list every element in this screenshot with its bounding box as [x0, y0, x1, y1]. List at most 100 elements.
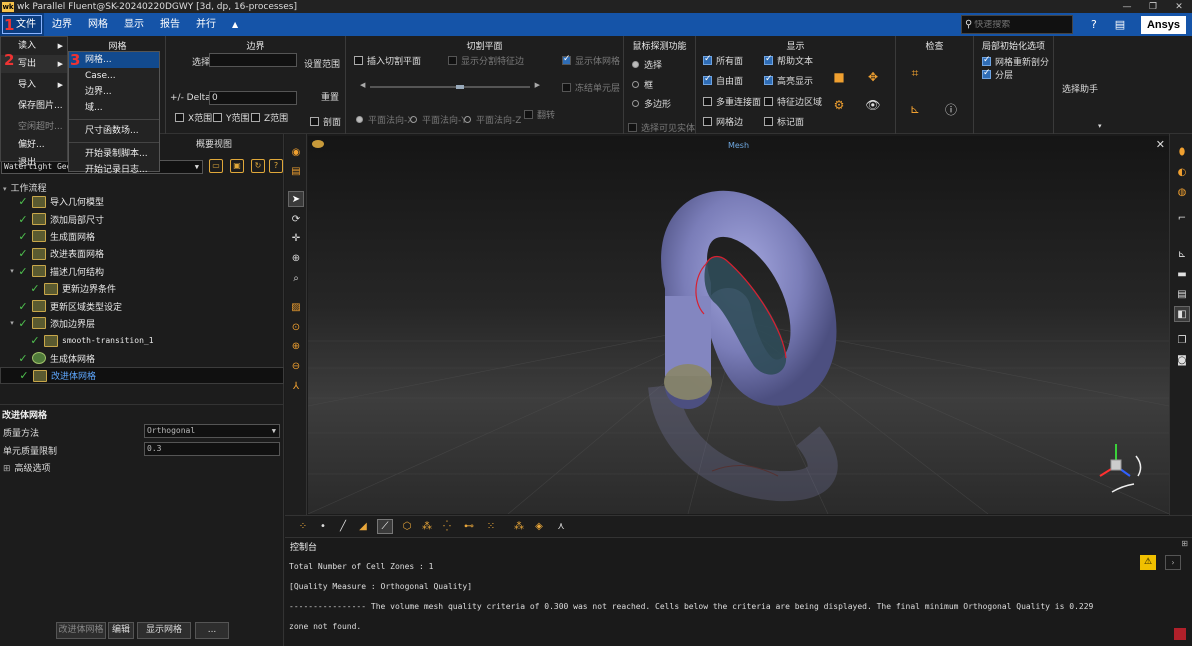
save-icon[interactable]: ▣ — [230, 159, 244, 173]
select-input[interactable] — [209, 53, 297, 67]
insert-cut-plane-checkbox[interactable]: 插入切割平面 — [354, 54, 421, 67]
select-body-icon[interactable]: ⬡ — [399, 519, 415, 534]
plane-normal-x-radio[interactable]: 平面法向-X — [356, 113, 413, 126]
set-range-button[interactable]: 设置范围 — [304, 57, 340, 70]
warning-icon[interactable]: ⚠ — [1140, 555, 1156, 570]
open-folder-icon[interactable]: ▭ — [209, 159, 223, 173]
multi-connected-faces-checkbox[interactable]: 多重连接面 — [703, 95, 761, 108]
start-recording-script[interactable]: 开始录制脚本... — [69, 146, 159, 162]
improve-volume-mesh-button[interactable]: 改进体网格 — [56, 622, 106, 639]
write-domains[interactable]: 域... — [69, 100, 159, 116]
ribbon-expand-icon[interactable]: ▾ — [1098, 122, 1102, 130]
workflow-step-update-boundaries[interactable]: ✓ 更新边界条件 — [0, 280, 284, 297]
zoom-out-icon[interactable]: ⊖ — [288, 358, 304, 374]
select-zone-icon[interactable]: ⟋ — [377, 519, 393, 534]
probe-polygon-radio[interactable]: 多边形 — [632, 97, 671, 110]
mesh-edges-checkbox[interactable]: 网格边 — [703, 115, 743, 128]
probe-box-radio[interactable]: 框 — [632, 78, 653, 91]
zoom-box-icon[interactable]: ⊙ — [288, 319, 304, 335]
highlight-checkbox[interactable]: 高亮显示 — [764, 74, 813, 87]
help-circle-icon[interactable]: ? — [269, 159, 283, 173]
zoom-icon[interactable]: ⊕ — [288, 250, 304, 266]
console-expand-icon[interactable]: ⊞ — [1181, 539, 1188, 548]
select-visible-checkbox[interactable]: 选择可见实体 — [628, 121, 695, 134]
layout-icon[interactable]: ▤ — [1107, 18, 1133, 31]
delta-input[interactable]: 0 — [209, 91, 297, 105]
file-menu-exit[interactable]: 退出 — [1, 154, 67, 172]
select-assembly-icon[interactable]: ⋏ — [553, 519, 569, 534]
write-case[interactable]: Case... — [69, 68, 159, 84]
workflow-step-improve-surface[interactable]: ✓ 改进表面网格 — [0, 245, 284, 262]
view-orientation-icon[interactable]: ⌐ — [1174, 210, 1190, 226]
plot-icon[interactable]: ⊾ — [1174, 246, 1190, 262]
graphics-viewport[interactable]: Mesh ✕ — [308, 136, 1169, 514]
remesh-checkbox[interactable]: 网格重新剖分 — [982, 55, 1049, 68]
reset-button[interactable]: 重置 — [321, 90, 339, 103]
all-faces-checkbox[interactable]: 所有面 — [703, 54, 743, 67]
workflow-step-volume-mesh[interactable]: ✓ 生成体网格 — [0, 350, 284, 367]
file-menu-preferences[interactable]: 偏好... — [1, 136, 67, 154]
show-mesh-button[interactable]: 显示网格 — [137, 622, 191, 639]
tab-outline-view[interactable]: 概要视图 — [196, 137, 232, 150]
report-icon[interactable]: ▤ — [1174, 286, 1190, 302]
rotate-icon[interactable]: ⟳ — [288, 211, 304, 227]
probe-select-radio[interactable]: 选择 — [632, 58, 662, 71]
camera-icon[interactable]: ◙ — [1174, 352, 1190, 368]
pan-icon[interactable]: ✛ — [288, 230, 304, 246]
select-all-icon[interactable]: ⁘ — [295, 519, 311, 534]
display-color-icon[interactable]: ■ — [830, 68, 848, 86]
free-faces-checkbox[interactable]: 自由面 — [703, 74, 743, 87]
quick-search[interactable]: ⚲ — [960, 15, 1073, 34]
workflow-step-surface-mesh[interactable]: ✓ 生成面网格 — [0, 228, 284, 245]
view-iso-icon[interactable]: ◍ — [1174, 184, 1190, 200]
refresh-icon[interactable]: ↻ — [251, 159, 265, 173]
display-move-icon[interactable]: ✥ — [864, 68, 882, 86]
x-range-checkbox[interactable]: X范围 — [175, 111, 212, 124]
menu-report[interactable]: 报告 — [152, 13, 188, 36]
section-checkbox[interactable]: 剖面 — [310, 115, 341, 128]
start-logging[interactable]: 开始记录日志... — [69, 162, 159, 178]
help-text-checkbox[interactable]: 帮助文本 — [764, 54, 813, 67]
layered-checkbox[interactable]: 分层 — [982, 68, 1013, 81]
file-menu-idle-timeout[interactable]: 空闲超时... — [1, 118, 67, 136]
plane-normal-y-radio[interactable]: 平面法向-Y — [410, 113, 467, 126]
workflow-step-improve-volume[interactable]: ✓ 改进体网格 — [0, 366, 284, 385]
z-range-checkbox[interactable]: Z范围 — [251, 111, 288, 124]
view-side-icon[interactable]: ◐ — [1174, 164, 1190, 180]
minimize-icon[interactable]: — — [1114, 2, 1140, 12]
file-menu-save-picture[interactable]: 保存图片... — [1, 97, 67, 115]
restore-icon[interactable]: ❐ — [1140, 2, 1166, 12]
workflow-step-smooth-transition[interactable]: ✓ smooth-transition_1 — [0, 332, 284, 349]
workflow-step-update-regions[interactable]: ✓ 更新区域类型设定 — [0, 297, 284, 314]
mark-faces-checkbox[interactable]: 标记面 — [764, 115, 804, 128]
display-visibility-icon[interactable]: 👁 — [864, 96, 882, 114]
menu-mesh[interactable]: 网格 — [80, 13, 116, 36]
select-face-icon[interactable]: ◢ — [355, 519, 371, 534]
info-icon[interactable]: ⓘ — [942, 100, 960, 118]
check-axis-icon[interactable]: ⊾ — [906, 100, 924, 118]
freeze-cell-layer-checkbox[interactable]: 冻结单元层 — [562, 81, 620, 94]
collapse-icon[interactable]: ▾ — [8, 319, 16, 327]
zoom-to-fit-icon[interactable]: ⌕ — [288, 270, 304, 286]
plane-normal-z-radio[interactable]: 平面法向-Z — [464, 113, 521, 126]
more-options-button[interactable]: ... — [195, 622, 229, 639]
show-volume-mesh-checkbox[interactable]: 显示体网格 — [562, 54, 620, 67]
probe-icon[interactable]: ▨ — [288, 299, 304, 315]
select-object-icon[interactable]: ⁂ — [419, 519, 435, 534]
select-label-icon[interactable]: ⁛ — [439, 519, 455, 534]
menu-display[interactable]: 显示 — [116, 13, 152, 36]
slider-icon[interactable]: ▬ — [1174, 266, 1190, 282]
select-edge-icon[interactable]: ╱ — [335, 519, 351, 534]
workflow-step-boundary-layers[interactable]: ▾ ✓ 添加边界层 — [0, 315, 284, 332]
select-group-icon[interactable]: ⁂ — [511, 519, 527, 534]
display-settings-icon[interactable]: ⚙ — [830, 96, 848, 114]
collapse-icon[interactable]: ▾ — [8, 267, 16, 275]
mesh-display-icon[interactable]: ◉ — [288, 144, 304, 160]
select-part-icon[interactable]: ◈ — [531, 519, 547, 534]
check-connectivity-icon[interactable]: ⌗ — [906, 64, 924, 82]
show-split-edges-checkbox[interactable]: 显示分割特征边 — [448, 54, 524, 67]
search-input[interactable] — [974, 19, 1067, 30]
file-menu-import[interactable]: 导入 ▶ — [1, 76, 67, 94]
y-range-checkbox[interactable]: Y范围 — [213, 111, 250, 124]
menu-boundary[interactable]: 边界 — [44, 13, 80, 36]
